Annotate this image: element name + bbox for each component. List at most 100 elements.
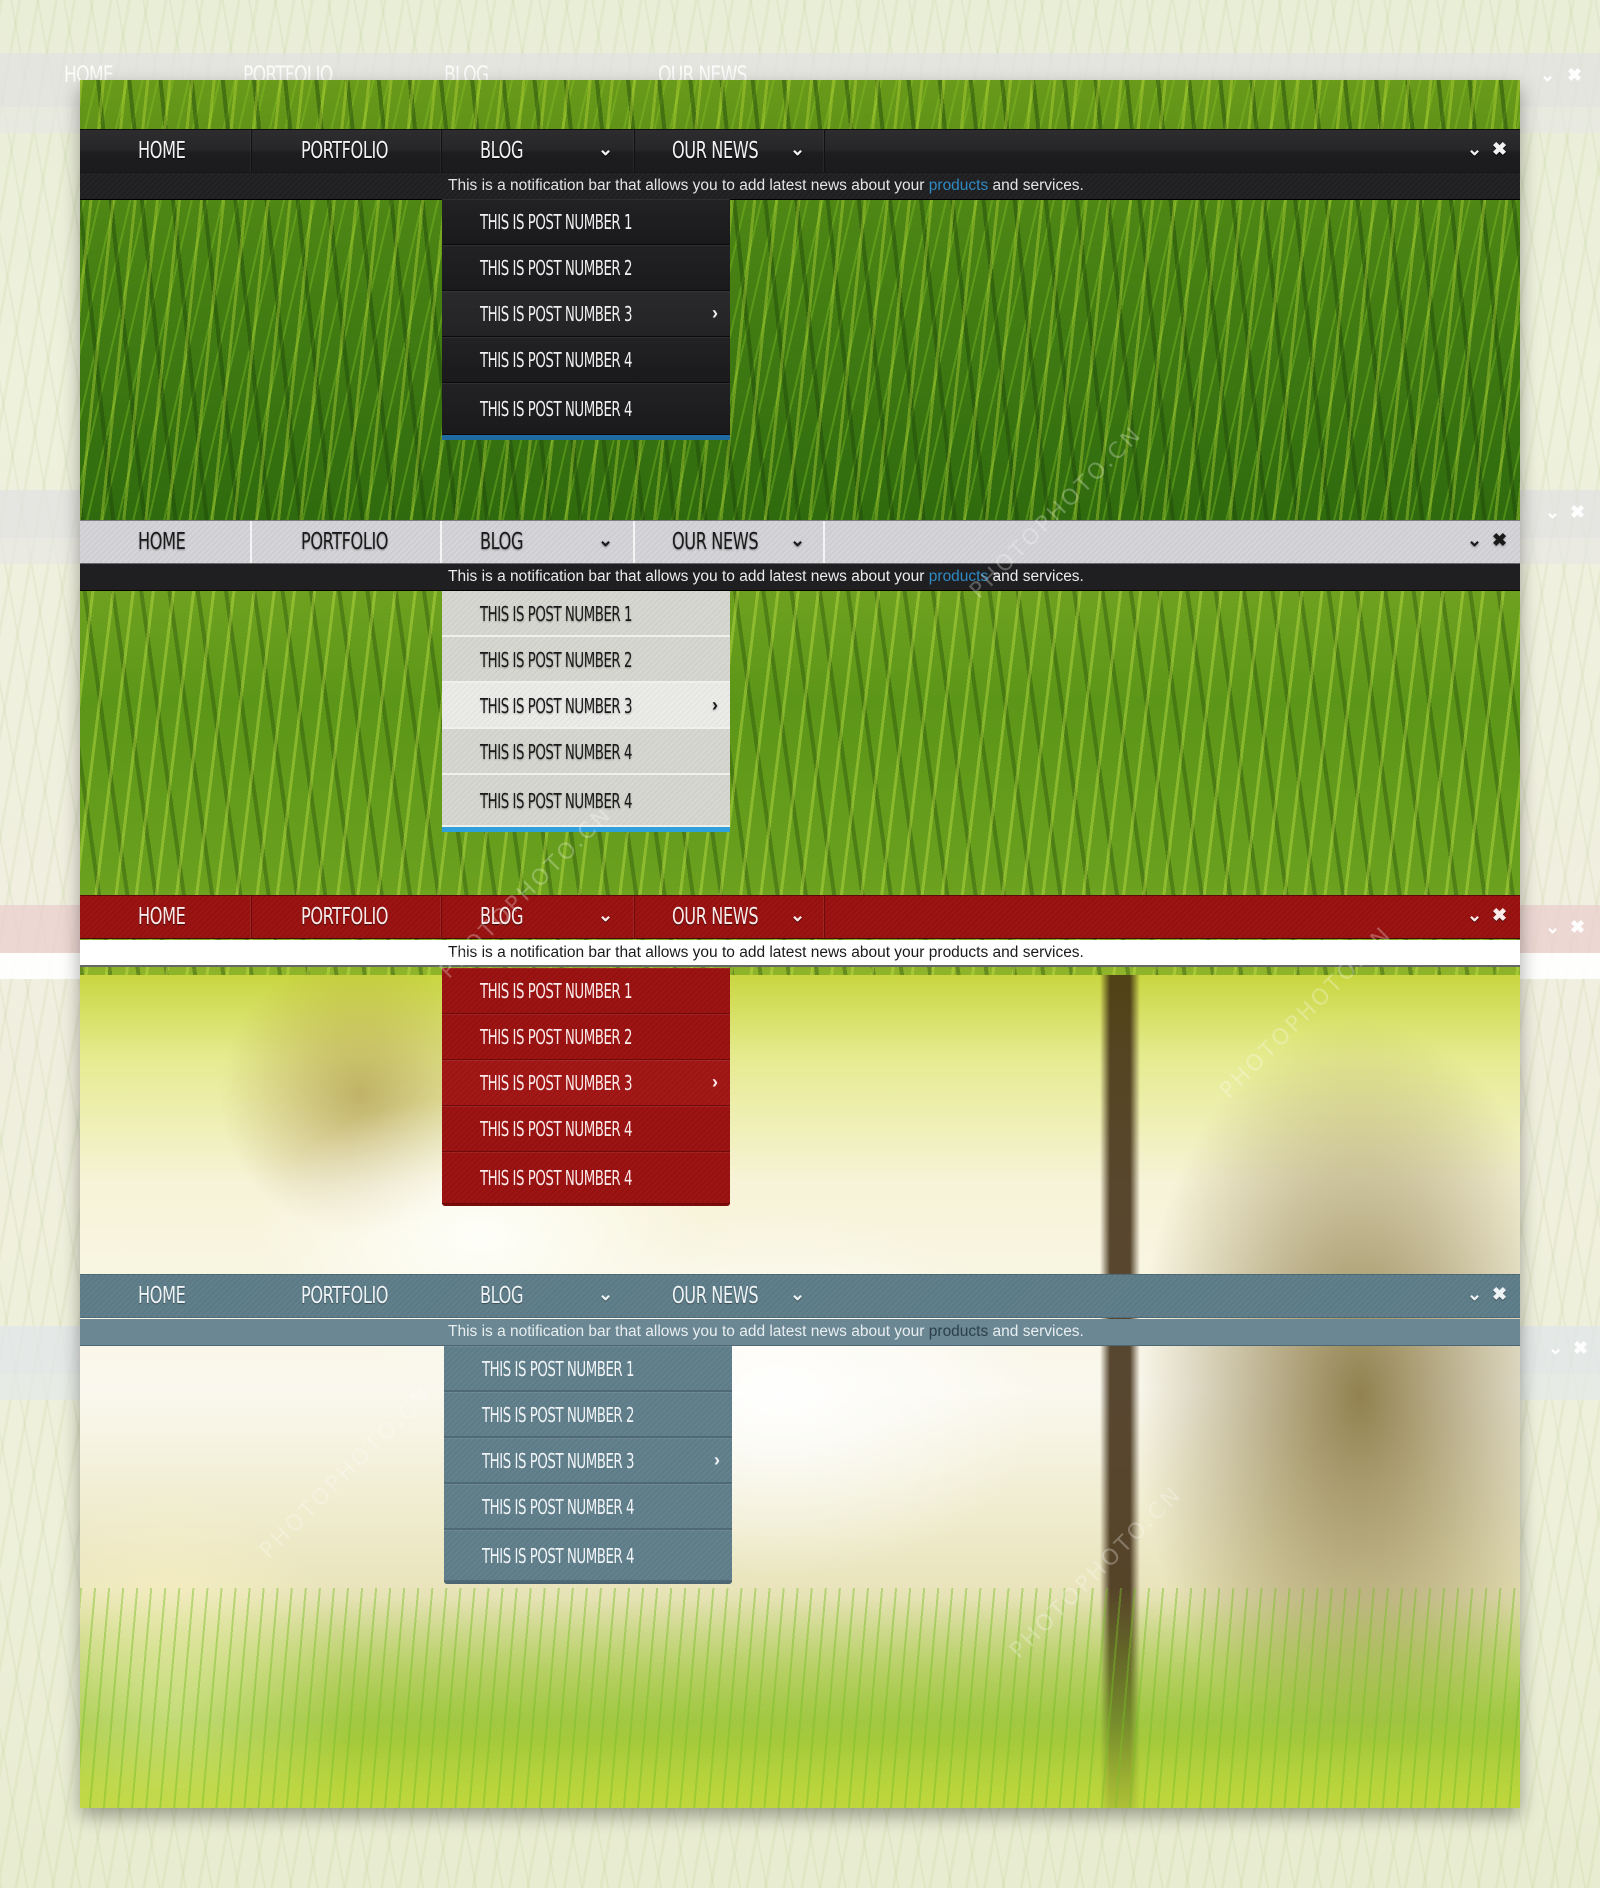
nav-item-home[interactable]: HOME (80, 521, 252, 563)
nav-item-our-news[interactable]: OUR NEWS ⌄ (635, 521, 825, 563)
chevron-down-icon: ⌄ (598, 905, 614, 925)
dropdown-item-label: THIS IS POST NUMBER 1 (480, 602, 633, 626)
ghost-chevron-down-icon: ⌄ (1545, 917, 1561, 937)
close-icon[interactable]: ✖ (1492, 530, 1507, 551)
notification-bar: This is a notification bar that allows y… (80, 940, 1520, 967)
dropdown-item[interactable]: THIS IS POST NUMBER 3 › (442, 1060, 730, 1106)
nav-item-portfolio[interactable]: PORTFOLIO (252, 896, 442, 938)
nav-item-blog[interactable]: BLOG ⌄ (442, 521, 635, 563)
nav-label: BLOG (480, 529, 524, 555)
dropdown-item[interactable]: THIS IS POST NUMBER 2 (442, 245, 730, 291)
dropdown-item[interactable]: THIS IS POST NUMBER 1 (444, 1346, 732, 1392)
nav-label: OUR NEWS (672, 904, 759, 930)
nav-label: HOME (138, 1283, 186, 1309)
chevron-down-icon: ⌄ (790, 530, 806, 550)
nav-label: HOME (138, 904, 186, 930)
products-link[interactable]: products (929, 1323, 988, 1340)
nav-label: PORTFOLIO (301, 904, 389, 930)
dropdown-item[interactable]: THIS IS POST NUMBER 4 (442, 337, 730, 383)
close-icon[interactable]: ✖ (1492, 905, 1507, 926)
sunny-meadow-background (80, 975, 1520, 1808)
chevron-right-icon: › (712, 1072, 718, 1092)
products-link[interactable]: products (929, 177, 988, 194)
nav-item-home[interactable]: HOME (80, 896, 252, 938)
chevron-down-icon: ⌄ (598, 139, 614, 159)
nav-item-home[interactable]: HOME (80, 1275, 252, 1317)
nav-item-our-news[interactable]: OUR NEWS ⌄ (635, 1275, 825, 1317)
nav-item-blog[interactable]: BLOG ⌄ (442, 1275, 635, 1317)
dropdown-item-label: THIS IS POST NUMBER 3 (480, 302, 633, 326)
notification-text-end: and services. (992, 1323, 1084, 1340)
close-icon[interactable]: ✖ (1492, 1284, 1507, 1305)
menu-bar: HOME PORTFOLIO BLOG ⌄ OUR NEWS ⌄ ⌄ ✖ (80, 895, 1520, 939)
notification-text-end: and services. (992, 568, 1084, 585)
dropdown-item[interactable]: THIS IS POST NUMBER 4 (444, 1530, 732, 1582)
dropdown-item[interactable]: THIS IS POST NUMBER 3 › (444, 1438, 732, 1484)
products-link[interactable]: products (929, 944, 988, 961)
ghost-close-icon: ✖ (1570, 502, 1586, 522)
nav-item-home[interactable]: HOME (80, 130, 252, 172)
dropdown-item[interactable]: THIS IS POST NUMBER 4 (442, 729, 730, 775)
dropdown-item-label: THIS IS POST NUMBER 4 (480, 348, 633, 372)
ghost-chevron-down-icon: ⌄ (1540, 65, 1556, 85)
dropdown-item-label: THIS IS POST NUMBER 4 (480, 1166, 633, 1190)
dropdown-item[interactable]: THIS IS POST NUMBER 1 (442, 199, 730, 245)
nav-item-our-news[interactable]: OUR NEWS ⌄ (635, 130, 825, 172)
dropdown-item[interactable]: THIS IS POST NUMBER 3 › (442, 291, 730, 337)
nav-label: OUR NEWS (672, 1283, 759, 1309)
collapse-chevron-icon[interactable]: ⌄ (1467, 139, 1482, 160)
dropdown-item-label: THIS IS POST NUMBER 3 (480, 1071, 633, 1095)
chevron-down-icon: ⌄ (790, 905, 806, 925)
chevron-right-icon: › (712, 303, 718, 323)
collapse-chevron-icon[interactable]: ⌄ (1467, 530, 1482, 551)
notification-bar: This is a notification bar that allows y… (80, 173, 1520, 200)
blog-dropdown-menu: THIS IS POST NUMBER 1 THIS IS POST NUMBE… (442, 968, 730, 1206)
collapse-chevron-icon[interactable]: ⌄ (1467, 905, 1482, 926)
dropdown-item[interactable]: THIS IS POST NUMBER 1 (442, 591, 730, 637)
dropdown-item[interactable]: THIS IS POST NUMBER 1 (442, 968, 730, 1014)
nav-item-blog[interactable]: BLOG ⌄ (442, 896, 635, 938)
dropdown-item-label: THIS IS POST NUMBER 1 (482, 1357, 635, 1381)
dropdown-item[interactable]: THIS IS POST NUMBER 2 (442, 1014, 730, 1060)
dropdown-item[interactable]: THIS IS POST NUMBER 4 (442, 383, 730, 435)
dropdown-item-label: THIS IS POST NUMBER 2 (480, 256, 633, 280)
preview-panel: HOME PORTFOLIO BLOG ⌄ OUR NEWS ⌄ ⌄ ✖ Thi… (80, 80, 1520, 1808)
notification-bar: This is a notification bar that allows y… (80, 1319, 1520, 1346)
nav-item-blog[interactable]: BLOG ⌄ (442, 130, 635, 172)
nav-label: BLOG (480, 904, 524, 930)
notification-text: This is a notification bar that allows y… (448, 1323, 925, 1340)
blog-dropdown-menu: THIS IS POST NUMBER 1 THIS IS POST NUMBE… (444, 1346, 732, 1584)
dropdown-item-label: THIS IS POST NUMBER 2 (480, 648, 633, 672)
notification-text-end: and services. (992, 944, 1084, 961)
dropdown-item[interactable]: THIS IS POST NUMBER 3 › (442, 683, 730, 729)
nav-label: OUR NEWS (672, 138, 759, 164)
dropdown-item-label: THIS IS POST NUMBER 3 (482, 1449, 635, 1473)
notification-bar: This is a notification bar that allows y… (80, 564, 1520, 591)
nav-label: PORTFOLIO (301, 138, 389, 164)
dropdown-item[interactable]: THIS IS POST NUMBER 4 (442, 1106, 730, 1152)
nav-item-portfolio[interactable]: PORTFOLIO (252, 1275, 442, 1317)
dropdown-item-label: THIS IS POST NUMBER 2 (480, 1025, 633, 1049)
dropdown-item[interactable]: THIS IS POST NUMBER 4 (444, 1484, 732, 1530)
chevron-right-icon: › (712, 695, 718, 715)
blog-dropdown-menu: THIS IS POST NUMBER 1 THIS IS POST NUMBE… (442, 591, 730, 832)
chevron-down-icon: ⌄ (790, 1284, 806, 1304)
ghost-close-icon: ✖ (1570, 917, 1586, 937)
chevron-down-icon: ⌄ (790, 139, 806, 159)
nav-item-our-news[interactable]: OUR NEWS ⌄ (635, 896, 825, 938)
collapse-chevron-icon[interactable]: ⌄ (1467, 1284, 1482, 1305)
dropdown-item[interactable]: THIS IS POST NUMBER 4 (442, 1152, 730, 1204)
close-icon[interactable]: ✖ (1492, 139, 1507, 160)
dropdown-item[interactable]: THIS IS POST NUMBER 4 (442, 775, 730, 827)
nav-item-portfolio[interactable]: PORTFOLIO (252, 130, 442, 172)
ghost-chevron-down-icon: ⌄ (1545, 502, 1561, 522)
nav-label: OUR NEWS (672, 529, 759, 555)
dropdown-item[interactable]: THIS IS POST NUMBER 2 (444, 1392, 732, 1438)
nav-item-portfolio[interactable]: PORTFOLIO (252, 521, 442, 563)
dropdown-item-label: THIS IS POST NUMBER 2 (482, 1403, 635, 1427)
nav-label: HOME (138, 138, 186, 164)
dropdown-item[interactable]: THIS IS POST NUMBER 2 (442, 637, 730, 683)
dropdown-item-label: THIS IS POST NUMBER 1 (480, 210, 633, 234)
products-link[interactable]: products (929, 568, 988, 585)
dropdown-item-label: THIS IS POST NUMBER 4 (480, 740, 633, 764)
